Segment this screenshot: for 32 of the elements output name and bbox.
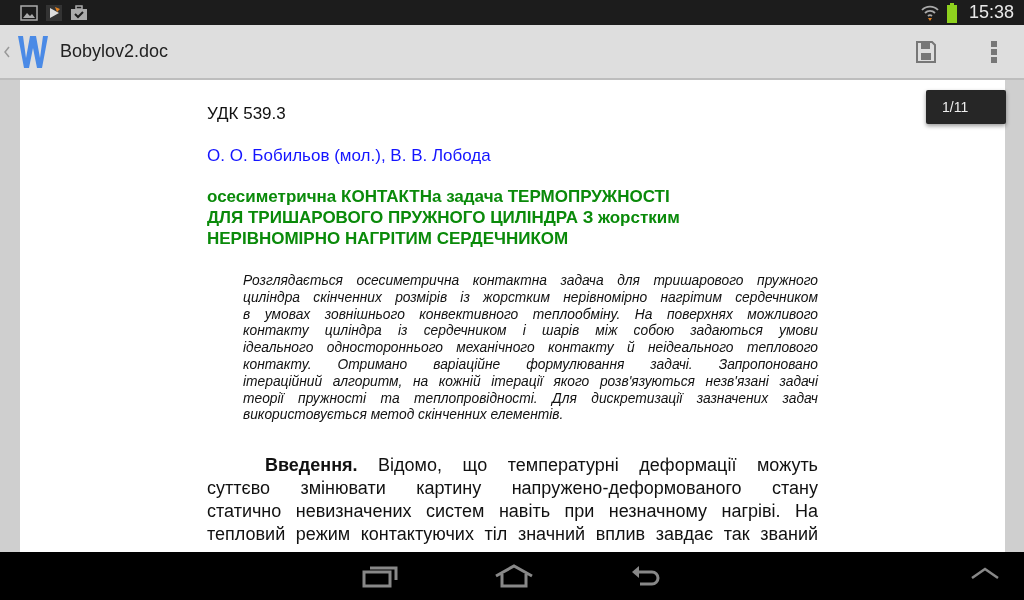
abstract-line: контакту. Отримано варіаційне формулювання задачі. Запропоновано [243,357,818,374]
body-text-line: суттєво змінювати картину напружено-деформованого стану [207,477,818,501]
briefcase-check-icon [70,4,88,21]
body-text-line: Введення. Відомо, що температурні деформації можуть [264,454,818,478]
w-logo-icon[interactable] [18,35,48,68]
abstract-line: Розглядається осесиметрична контактна задача для тришарового пружного [243,273,818,290]
abstract-line: використовується метод скінченних елементів. [243,407,565,425]
udc-code: УДК 539.3 [207,104,286,124]
body-text-line: статично невизначених систем навіть при незначному нагріві. На [207,500,818,524]
body-text-line: тепловий режим контактуючих тіл значний вплив завдає так званий [207,523,818,547]
page-indicator: 1/11 [926,90,1006,124]
abstract-line: циліндра скінченних розмірів із жорстким нерівномірно нагрітим сердечником [243,289,818,307]
article-title-line: НЕРІВНОМІРНО НАГРІТИМ СЕРДЕЧНИКОМ [207,228,569,249]
overflow-menu-icon[interactable] [990,39,998,64]
authors-line: О. О. Бобильов (мол.), В. В. Лобода [207,146,491,166]
abstract-line: теорії пружності та теплопровідності. Для дискретизації зазначених задач [243,390,818,408]
back-icon[interactable] [630,564,662,588]
home-icon[interactable] [494,564,534,588]
wifi-icon [920,3,939,22]
abstract-line: ідеального одностороннього механічного контакту й неідеального теплового [243,340,818,357]
document-title: Bobylov2.doc [60,41,169,62]
save-icon[interactable] [916,40,936,63]
abstract-line: ітераційний алгоритм, на кожній ітерації якого розв'язуються незв'язані задачі [243,373,818,391]
image-icon [20,4,38,21]
play-icon [46,4,62,21]
battery-icon [946,2,957,23]
abstract-line: контакту циліндра із сердечником і шарів між собою задаються умови [243,323,818,341]
clock-time: 15:38 [968,2,1014,23]
article-title-line: ДЛЯ ТРИШАРОВОГО ПРУЖНОГО ЦИЛІНДРА З жорстким [207,207,680,228]
abstract-line: в умовах зовнішнього конвективного теплообміну. На поверхнях можливого [243,306,818,324]
recent-apps-icon[interactable] [362,564,398,588]
article-title-line: осесиметрична КОНТАКТНа задача ТЕРМОПРУЖНОСТІ [207,186,670,207]
